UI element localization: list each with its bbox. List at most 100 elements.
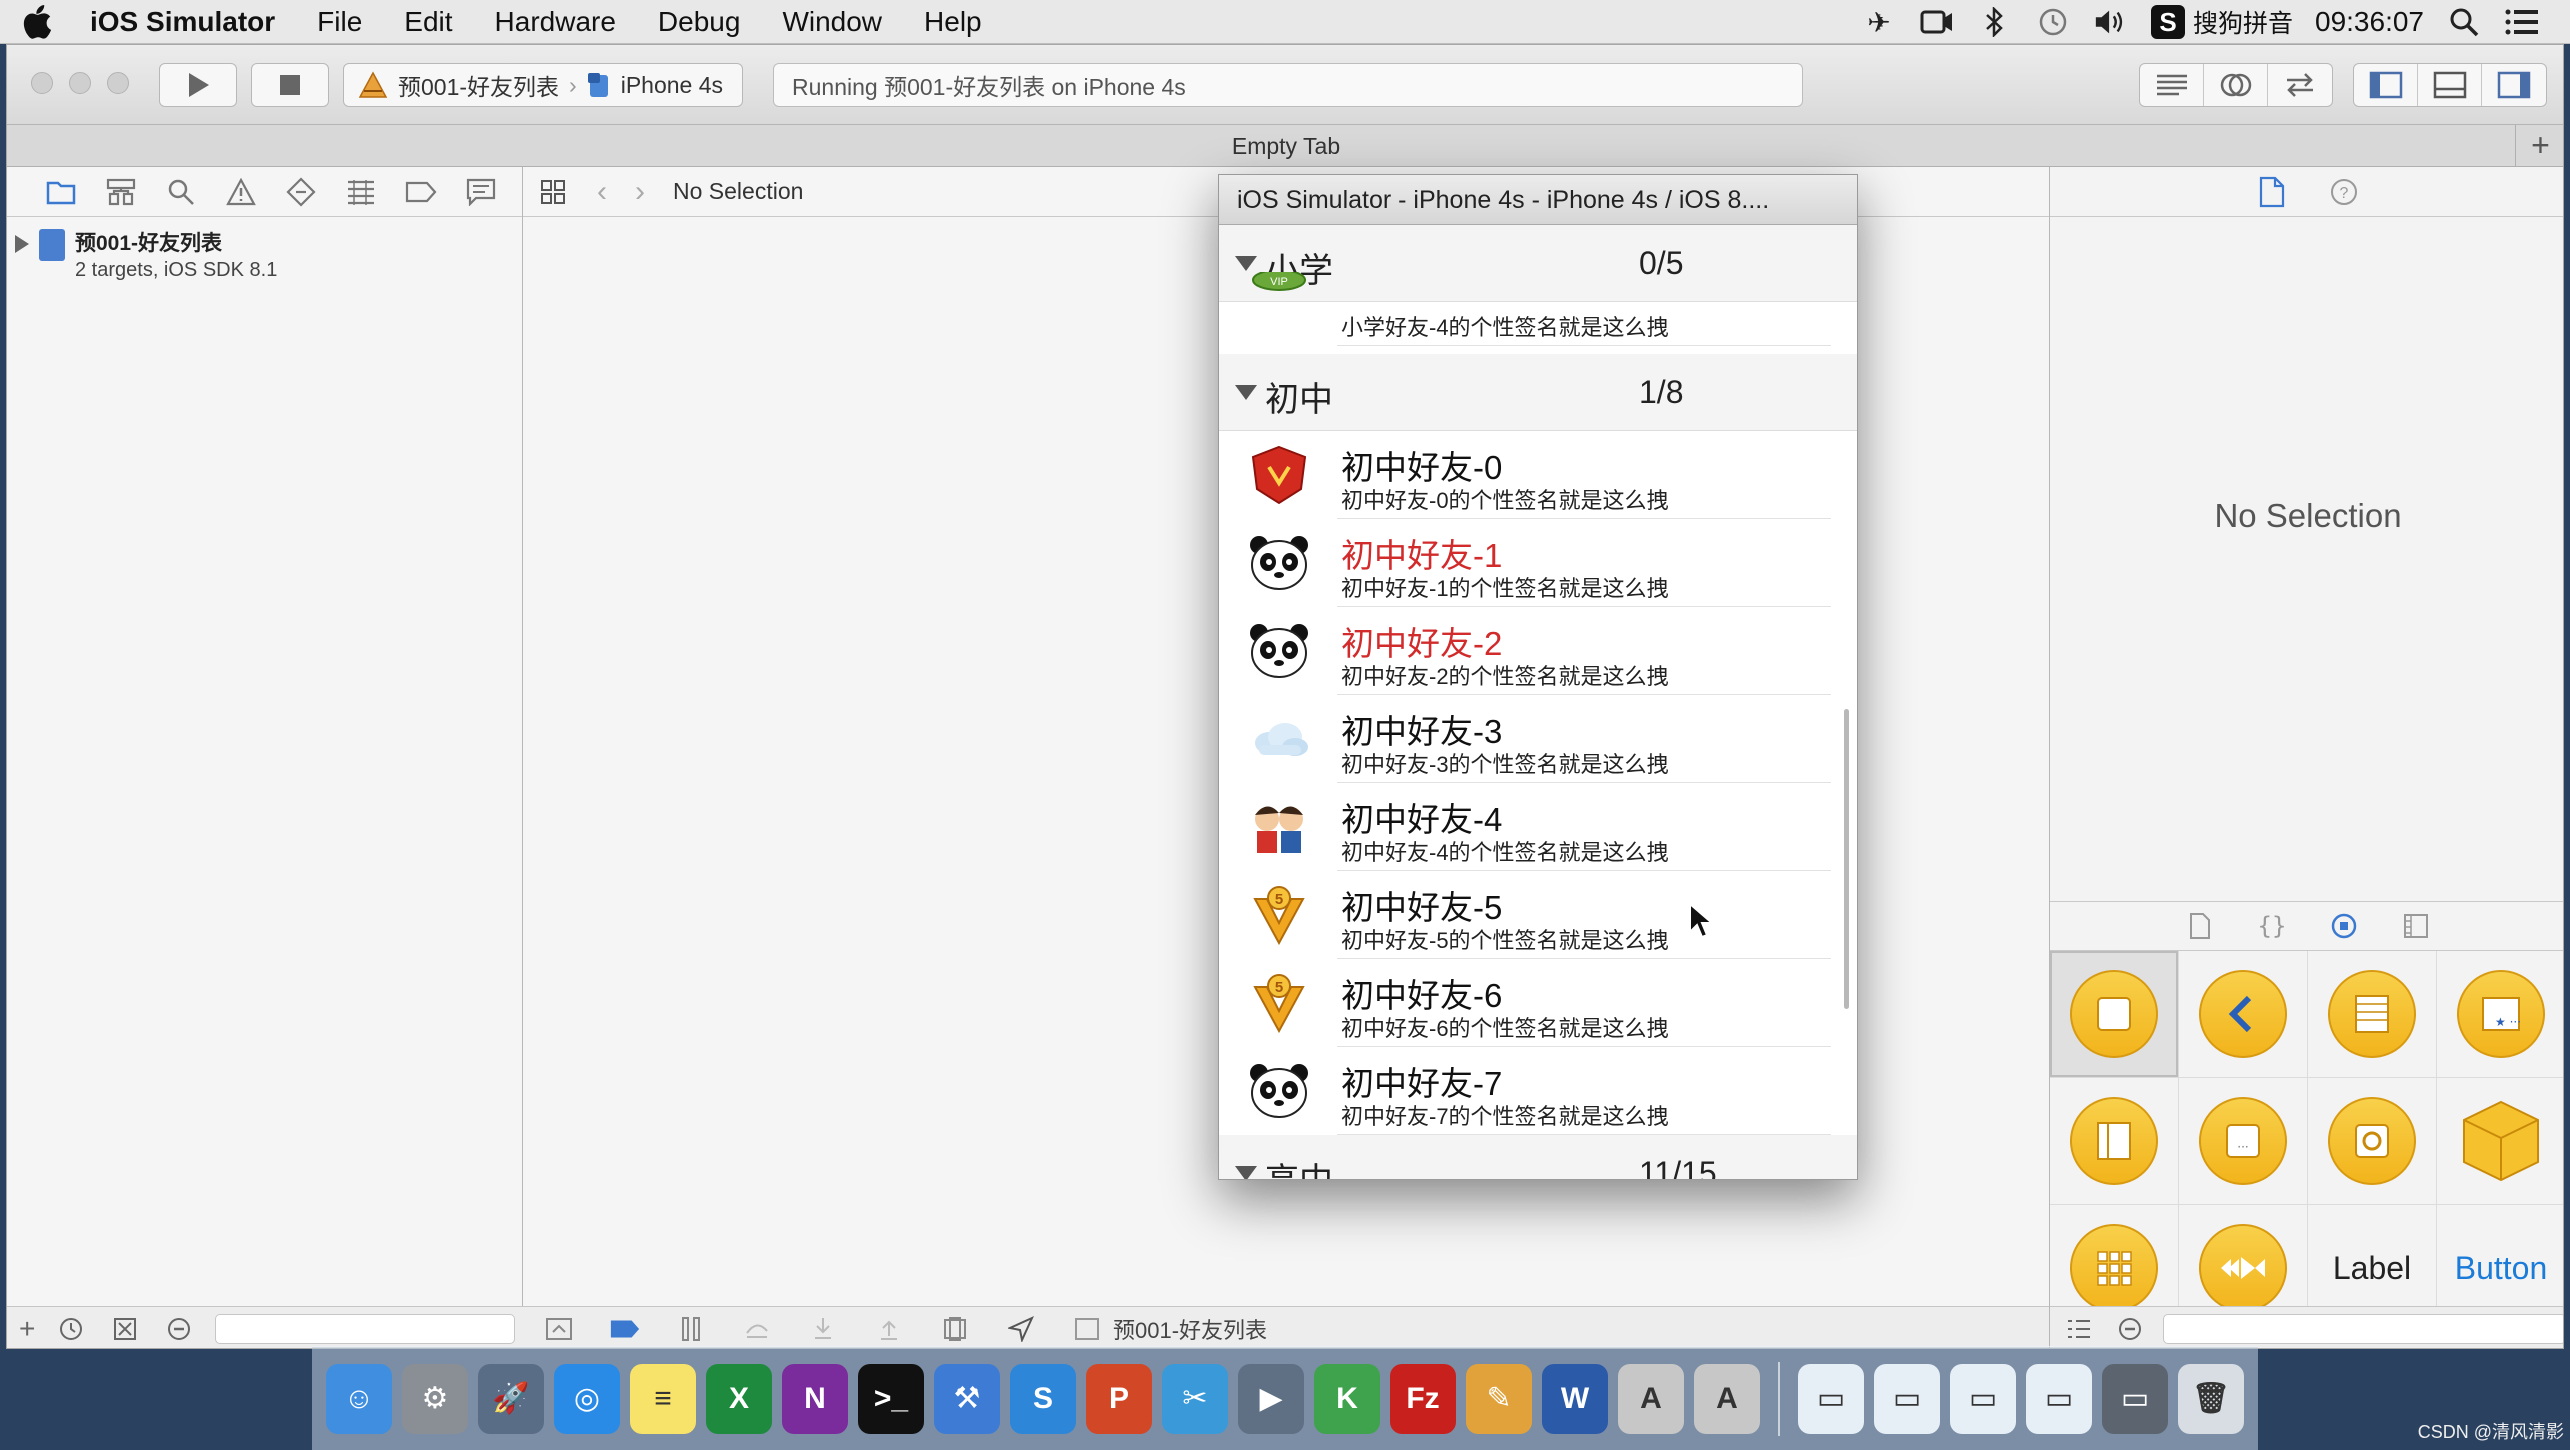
dock-finder-icon[interactable]: ☺ — [326, 1363, 392, 1434]
menu-debug[interactable]: Debug — [637, 0, 762, 44]
disclosure-triangle-icon[interactable] — [15, 235, 29, 253]
tab-empty[interactable]: Empty Tab — [7, 125, 2563, 167]
quick-help-icon[interactable]: ? — [2326, 174, 2362, 210]
dock-window4-icon[interactable]: ▭ — [2026, 1363, 2092, 1434]
dock-safari-icon[interactable]: ◎ — [554, 1363, 620, 1434]
debug-navigator-icon[interactable] — [343, 174, 379, 210]
step-over-icon[interactable] — [741, 1313, 773, 1345]
bluetooth-icon[interactable] — [1977, 4, 2013, 40]
project-navigator-folder-icon[interactable] — [43, 174, 79, 210]
file-template-library-icon[interactable] — [2182, 908, 2218, 944]
dock-launchpad-icon[interactable]: 🚀 — [478, 1363, 544, 1434]
friend-cell[interactable]: 初中好友-4 初中好友-4的个性签名就是这么拽 — [1219, 783, 1857, 871]
issue-navigator-warning-icon[interactable] — [223, 174, 259, 210]
section-header[interactable]: 初中 1/8 — [1219, 354, 1857, 431]
dock-xcode-icon[interactable]: ⚒ — [934, 1363, 1000, 1434]
dock-window3-icon[interactable]: ▭ — [1950, 1363, 2016, 1434]
library-object[interactable] — [2437, 1078, 2563, 1204]
window-minimize-button[interactable] — [69, 72, 91, 94]
friend-cell[interactable]: 5 初中好友-5 初中好友-5的个性签名就是这么拽 — [1219, 871, 1857, 959]
code-snippet-library-icon[interactable]: {} — [2254, 908, 2290, 944]
dock-preview2-icon[interactable]: A — [1694, 1363, 1760, 1434]
symbol-navigator-icon[interactable] — [103, 174, 139, 210]
project-row[interactable]: 预001-好友列表 2 targets, iOS SDK 8.1 — [15, 227, 522, 282]
add-file-icon[interactable]: + — [19, 1313, 35, 1345]
menubar-clock[interactable]: 09:36:07 — [2315, 6, 2424, 38]
dock-system-preferences-icon[interactable]: ⚙ — [402, 1363, 468, 1434]
step-out-icon[interactable] — [873, 1313, 905, 1345]
object-library-icon[interactable] — [2326, 908, 2362, 944]
scheme-selector[interactable]: 预001-好友列表 › iPhone 4s — [343, 63, 743, 107]
toggle-navigator-icon[interactable] — [2354, 64, 2418, 106]
breakpoints-toggle-icon[interactable] — [609, 1313, 641, 1345]
test-navigator-diamond-icon[interactable] — [283, 174, 319, 210]
volume-icon[interactable] — [2093, 4, 2129, 40]
library-glkit-view-controller[interactable] — [2308, 1078, 2436, 1204]
input-method[interactable]: S 搜狗拼音 — [2150, 4, 2293, 40]
apple-menu-icon[interactable] — [0, 0, 60, 44]
dock-terminal-icon[interactable]: >_ — [858, 1363, 924, 1434]
notification-center-icon[interactable] — [2504, 4, 2540, 40]
menu-window[interactable]: Window — [761, 0, 903, 44]
breakpoint-navigator-icon[interactable] — [403, 174, 439, 210]
navigator-filter-input[interactable] — [215, 1313, 516, 1344]
dock-media-icon[interactable]: ▶ — [1238, 1363, 1304, 1434]
menu-file[interactable]: File — [296, 0, 383, 44]
time-machine-icon[interactable] — [2035, 4, 2071, 40]
dock-instruments-icon[interactable]: ✂ — [1162, 1363, 1228, 1434]
menu-help[interactable]: Help — [903, 0, 1003, 44]
recent-files-clock-icon[interactable] — [53, 1311, 89, 1347]
airplane-icon[interactable]: ✈ — [1861, 4, 1897, 40]
section-header[interactable]: 高中 11/15 — [1219, 1135, 1857, 1179]
menu-hardware[interactable]: Hardware — [474, 0, 637, 44]
pause-icon[interactable] — [675, 1313, 707, 1345]
filter-options-icon[interactable] — [161, 1311, 197, 1347]
view-debugger-icon[interactable] — [939, 1313, 971, 1345]
list-view-toggle-icon[interactable] — [2062, 1311, 2097, 1347]
friend-cell[interactable]: 初中好友-7 初中好友-7的个性签名就是这么拽 — [1219, 1047, 1857, 1135]
library-page-view-controller[interactable]: ··· — [2179, 1078, 2307, 1204]
library-view-controller[interactable] — [2050, 951, 2178, 1077]
library-table-view-controller[interactable] — [2308, 951, 2436, 1077]
menu-edit[interactable]: Edit — [383, 0, 473, 44]
debug-target[interactable]: 预001-好友列表 — [1071, 1313, 1267, 1345]
file-inspector-icon[interactable] — [2254, 174, 2290, 210]
dock-window2-icon[interactable]: ▭ — [1874, 1363, 1940, 1434]
dock-onenote-icon[interactable]: N — [782, 1363, 848, 1434]
simulator-title[interactable]: iOS Simulator - iPhone 4s - iPhone 4s / … — [1219, 175, 1857, 225]
step-into-icon[interactable] — [807, 1313, 839, 1345]
report-navigator-icon[interactable] — [463, 174, 499, 210]
hide-debug-area-icon[interactable] — [543, 1313, 575, 1345]
toggle-debug-area-icon[interactable] — [2418, 64, 2482, 106]
dock-keynote-icon[interactable]: K — [1314, 1363, 1380, 1434]
run-button[interactable] — [159, 63, 237, 107]
library-split-view-controller[interactable] — [2050, 1078, 2178, 1204]
standard-editor-icon[interactable] — [2140, 64, 2204, 106]
view-toggle-control[interactable] — [2353, 63, 2547, 107]
dock-window1-icon[interactable]: ▭ — [1798, 1363, 1864, 1434]
editor-mode-control[interactable] — [2139, 63, 2333, 107]
dock-word-icon[interactable]: W — [1542, 1363, 1608, 1434]
friend-cell[interactable]: VIP 小学好友-4的个性签名就是这么拽 — [1219, 258, 1857, 346]
menu-app-name[interactable]: iOS Simulator — [60, 0, 296, 44]
jump-bar-selection[interactable]: No Selection — [673, 178, 803, 205]
find-navigator-search-icon[interactable] — [163, 174, 199, 210]
stop-button[interactable] — [251, 63, 329, 107]
table-scrollbar[interactable] — [1844, 709, 1849, 1009]
simulate-location-icon[interactable] — [1005, 1313, 1037, 1345]
add-tab-button[interactable]: + — [2515, 125, 2563, 167]
dock-window5-icon[interactable]: ▭ — [2102, 1363, 2168, 1434]
friend-cell[interactable]: 初中好友-2 初中好友-2的个性签名就是这么拽 — [1219, 607, 1857, 695]
spotlight-search-icon[interactable] — [2446, 4, 2482, 40]
toggle-utilities-icon[interactable] — [2482, 64, 2546, 106]
window-zoom-button[interactable] — [107, 72, 129, 94]
version-editor-icon[interactable] — [2268, 64, 2332, 106]
media-library-icon[interactable] — [2398, 908, 2434, 944]
assistant-editor-icon[interactable] — [2204, 64, 2268, 106]
dock-preview-icon[interactable]: A — [1618, 1363, 1684, 1434]
forward-arrow-icon[interactable]: › — [635, 175, 645, 209]
dock-excel-icon[interactable]: X — [706, 1363, 772, 1434]
dock-sublime-icon[interactable]: S — [1010, 1363, 1076, 1434]
dock-filezilla-icon[interactable]: Fz — [1390, 1363, 1456, 1434]
friend-cell[interactable]: 5 初中好友-6 初中好友-6的个性签名就是这么拽 — [1219, 959, 1857, 1047]
